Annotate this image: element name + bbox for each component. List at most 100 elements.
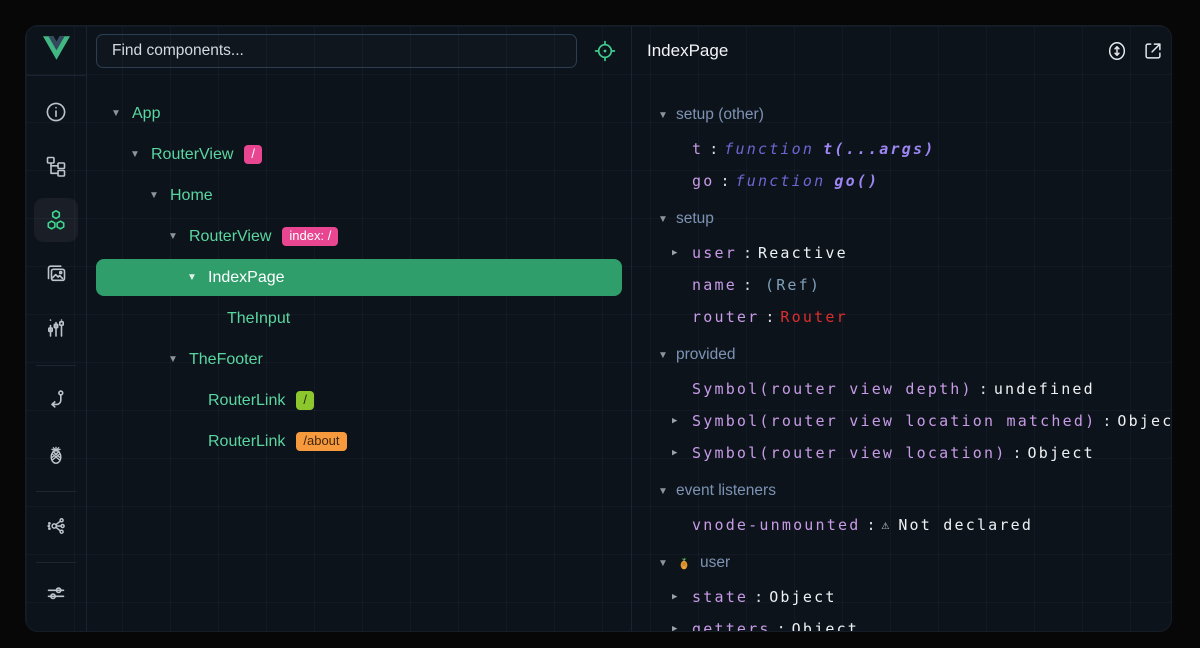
colon: : [777, 620, 786, 632]
function-signature: go() [834, 172, 879, 190]
state-item-user[interactable]: ▶ user: Reactive [632, 237, 1171, 269]
state-key: user [692, 244, 737, 262]
function-signature: t(...args) [823, 140, 935, 158]
chevron-down-icon[interactable]: ▼ [110, 108, 122, 119]
tree-row-routerlink-about[interactable]: ▼ RouterLink /about [96, 421, 622, 462]
route-badge: /about [296, 432, 346, 452]
sidebar-item-graph[interactable] [34, 504, 78, 548]
colon: : [743, 244, 752, 262]
graph-nodes-icon [44, 514, 68, 538]
state-key: Symbol(router view location) [692, 444, 1006, 462]
tree-row-home[interactable]: ▼ Home [96, 175, 622, 216]
search-input[interactable] [110, 41, 563, 61]
info-icon [44, 100, 68, 124]
section-label: setup [676, 210, 714, 228]
tree-row-label: App [132, 105, 160, 123]
warning-icon: ⚠ [882, 518, 890, 533]
tree-row-routerview-index[interactable]: ▼ RouterView index: / [96, 216, 622, 257]
chevron-down-icon[interactable]: ▼ [657, 214, 669, 225]
pinia-pineapple-icon [44, 442, 68, 466]
chevron-down-icon[interactable]: ▼ [657, 486, 669, 497]
section-label: user [700, 554, 730, 572]
tree-row-label: RouterView [151, 146, 233, 164]
sidebar-item-assets[interactable] [34, 252, 78, 296]
state-item-router-view-location[interactable]: ▶ Symbol(router view location):Object [632, 437, 1171, 469]
sidebar-divider [36, 491, 76, 492]
tree-row-routerlink-root[interactable]: ▼ RouterLink / [96, 380, 622, 421]
sidebar-item-components[interactable] [34, 198, 78, 242]
state-key: getters [692, 620, 771, 632]
open-in-editor-button[interactable] [1142, 40, 1164, 62]
assets-images-icon [44, 262, 68, 286]
colon: : [1012, 444, 1021, 462]
sidebar-item-settings[interactable] [34, 571, 78, 615]
state-value: Reactive [758, 244, 848, 262]
chevron-right-icon[interactable]: ▶ [672, 592, 677, 602]
inspect-target-button[interactable] [593, 39, 617, 63]
state-key: go [692, 172, 714, 190]
sidebar-item-router[interactable] [34, 378, 78, 422]
state-item-router: router: Router [632, 301, 1171, 333]
chevron-down-icon[interactable]: ▼ [129, 149, 141, 160]
chevron-right-icon[interactable]: ▶ [672, 248, 677, 258]
router-route-icon [44, 388, 68, 412]
tree-row-label: TheInput [227, 310, 290, 328]
colon: : [765, 308, 774, 326]
state-key: name [692, 276, 737, 294]
sidebar-item-component-tree[interactable] [34, 144, 78, 188]
tree-row-app[interactable]: ▼ App [96, 93, 622, 134]
tree-row-label: RouterLink [208, 392, 285, 410]
section-label: provided [676, 346, 735, 364]
state-item-getters[interactable]: ▶ getters: Object [632, 613, 1171, 632]
chevron-down-icon[interactable]: ▼ [186, 272, 198, 283]
state-value: Object [792, 620, 859, 632]
chevron-down-icon[interactable]: ▼ [167, 354, 179, 365]
colon: : [979, 380, 988, 398]
chevron-down-icon[interactable]: ▼ [657, 350, 669, 361]
tree-row-theinput[interactable]: ▼ TheInput [96, 298, 622, 339]
state-key: Symbol(router view location matched) [692, 412, 1096, 430]
state-item-t: t:functiont(...args) [632, 133, 1171, 165]
state-key: Symbol(router view depth) [692, 380, 973, 398]
state-item-router-view-location-matched[interactable]: ▶ Symbol(router view location matched):O… [632, 405, 1171, 437]
state-value: Object [769, 588, 836, 606]
chevron-down-icon[interactable]: ▼ [657, 110, 669, 121]
chevron-right-icon[interactable]: ▶ [672, 416, 677, 426]
section-event-listeners[interactable]: ▼ event listeners [632, 473, 1171, 509]
state-item-state[interactable]: ▶ state:Object [632, 581, 1171, 613]
colon: : [743, 276, 752, 294]
chevron-down-icon[interactable]: ▼ [167, 231, 179, 242]
chevron-right-icon[interactable]: ▶ [672, 448, 677, 458]
settings-sliders-icon [44, 581, 68, 605]
tree-row-label: TheFooter [189, 351, 263, 369]
state-value: Object [1117, 412, 1172, 430]
route-badge: index: / [282, 227, 338, 247]
sidebar [26, 26, 87, 631]
tree-row-indexpage-selected[interactable]: ▼ IndexPage [96, 259, 622, 296]
state-key: router [692, 308, 759, 326]
sidebar-item-timeline[interactable] [34, 306, 78, 350]
tree-row-label: RouterLink [208, 433, 285, 451]
target-crosshair-icon [593, 50, 617, 67]
state-value: Not declared [898, 516, 1033, 534]
section-provided[interactable]: ▼ provided [632, 337, 1171, 373]
section-setup-other[interactable]: ▼ setup (other) [632, 97, 1171, 133]
section-setup[interactable]: ▼ setup [632, 201, 1171, 237]
chevron-down-icon[interactable]: ▼ [148, 190, 160, 201]
state-item-go: go:functiongo() [632, 165, 1171, 197]
section-user-store[interactable]: ▼ user [632, 545, 1171, 581]
expand-all-icon [1106, 49, 1128, 66]
tree-row-label: RouterView [189, 228, 271, 246]
section-label: event listeners [676, 482, 776, 500]
devtools-panel: ▼ App ▼ RouterView / ▼ Home ▼ RouterView… [25, 25, 1172, 632]
expand-all-button[interactable] [1106, 40, 1128, 62]
chevron-down-icon[interactable]: ▼ [657, 558, 669, 569]
chevron-right-icon[interactable]: ▶ [672, 624, 677, 632]
state-value: Router [780, 308, 847, 326]
sidebar-divider [36, 365, 76, 366]
route-badge: / [296, 391, 314, 411]
sidebar-item-pinia[interactable] [34, 432, 78, 476]
sidebar-item-info[interactable] [34, 90, 78, 134]
tree-row-thefooter[interactable]: ▼ TheFooter [96, 339, 622, 380]
tree-row-routerview[interactable]: ▼ RouterView / [96, 134, 622, 175]
